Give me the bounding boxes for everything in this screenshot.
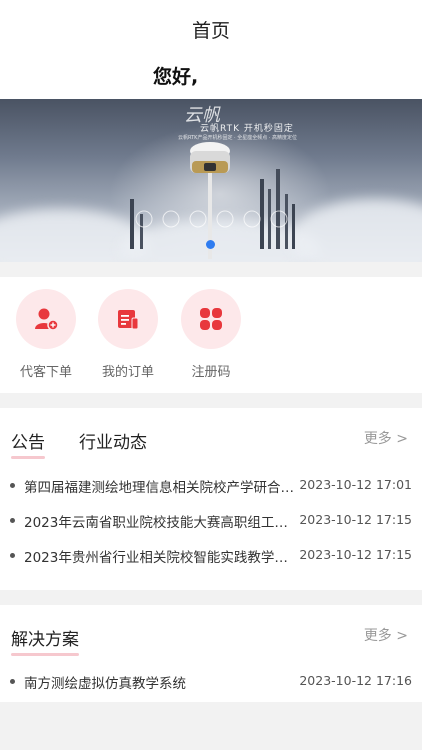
news-time: 2023-10-12 17:01 xyxy=(299,477,412,492)
news-title: 2023年云南省职业院校技能大赛高职组工程测量赛项 xyxy=(24,515,296,531)
solution-time: 2023-10-12 17:16 xyxy=(299,673,412,688)
quick-action-label: 代客下单 xyxy=(19,365,72,380)
tab-industry-news[interactable]: 行业动态 xyxy=(79,428,147,453)
feature-icons-strip xyxy=(135,210,288,228)
registration-code-icon xyxy=(181,289,241,349)
quick-action-proxy-order[interactable]: 代客下单 xyxy=(16,289,76,380)
quick-action-my-orders[interactable]: 我的订单 xyxy=(98,289,158,380)
news-title: 第四届福建测绘地理信息相关院校产学研合作交流会 xyxy=(24,480,296,496)
page-title: 首页 xyxy=(191,20,230,42)
bullet-icon xyxy=(10,483,15,488)
quick-action-label: 注册码 xyxy=(191,365,231,380)
bullet-icon xyxy=(10,553,15,558)
top-navigation-bar: 首页 xyxy=(0,0,422,58)
quick-action-registration-code[interactable]: 注册码 xyxy=(181,289,241,380)
greeting-section: 您好, xyxy=(0,58,422,99)
list-item[interactable]: 2023年云南省职业院校技能大赛高职组工程测量赛项 2023-10-12 17:… xyxy=(10,511,412,531)
news-time: 2023-10-12 17:15 xyxy=(299,547,412,562)
list-item[interactable]: 2023年贵州省行业相关院校智能实践教学研讨会 2023-10-12 17:15 xyxy=(10,546,412,566)
solutions-card: 解决方案 更多 > 南方测绘虚拟仿真教学系统 2023-10-12 17:16 xyxy=(0,605,422,702)
list-item[interactable]: 南方测绘虚拟仿真教学系统 2023-10-12 17:16 xyxy=(10,672,412,692)
bullet-icon xyxy=(10,679,15,684)
quick-action-label: 我的订单 xyxy=(101,365,154,380)
promo-banner[interactable]: 云帆 云帆RTK 开机秒固定 云帆RTK产品开机秒固定 · 全星座全频点 · 高… xyxy=(0,99,422,262)
order-list-icon xyxy=(98,289,158,349)
quick-actions: 代客下单 我的订单 注册码 xyxy=(0,277,422,393)
section-title-solutions: 解决方案 xyxy=(11,625,79,656)
greeting-text: 您好, xyxy=(153,66,199,88)
user-add-icon xyxy=(16,289,76,349)
solution-title: 南方测绘虚拟仿真教学系统 xyxy=(24,676,186,692)
news-title: 2023年贵州省行业相关院校智能实践教学研讨会 xyxy=(24,550,296,566)
bullet-icon xyxy=(10,518,15,523)
carousel-indicator[interactable] xyxy=(206,240,215,249)
notice-more-link[interactable]: 更多 > xyxy=(364,428,408,448)
solutions-more-link[interactable]: 更多 > xyxy=(364,625,408,645)
notice-card: 公告 行业动态 更多 > 第四届福建测绘地理信息相关院校产学研合作交流会 202… xyxy=(0,408,422,590)
banner-tagline: 云帆RTK 开机秒固定 xyxy=(200,124,294,134)
tab-notice[interactable]: 公告 xyxy=(11,428,45,459)
list-item[interactable]: 第四届福建测绘地理信息相关院校产学研合作交流会 2023-10-12 17:01 xyxy=(10,476,412,496)
news-time: 2023-10-12 17:15 xyxy=(299,512,412,527)
